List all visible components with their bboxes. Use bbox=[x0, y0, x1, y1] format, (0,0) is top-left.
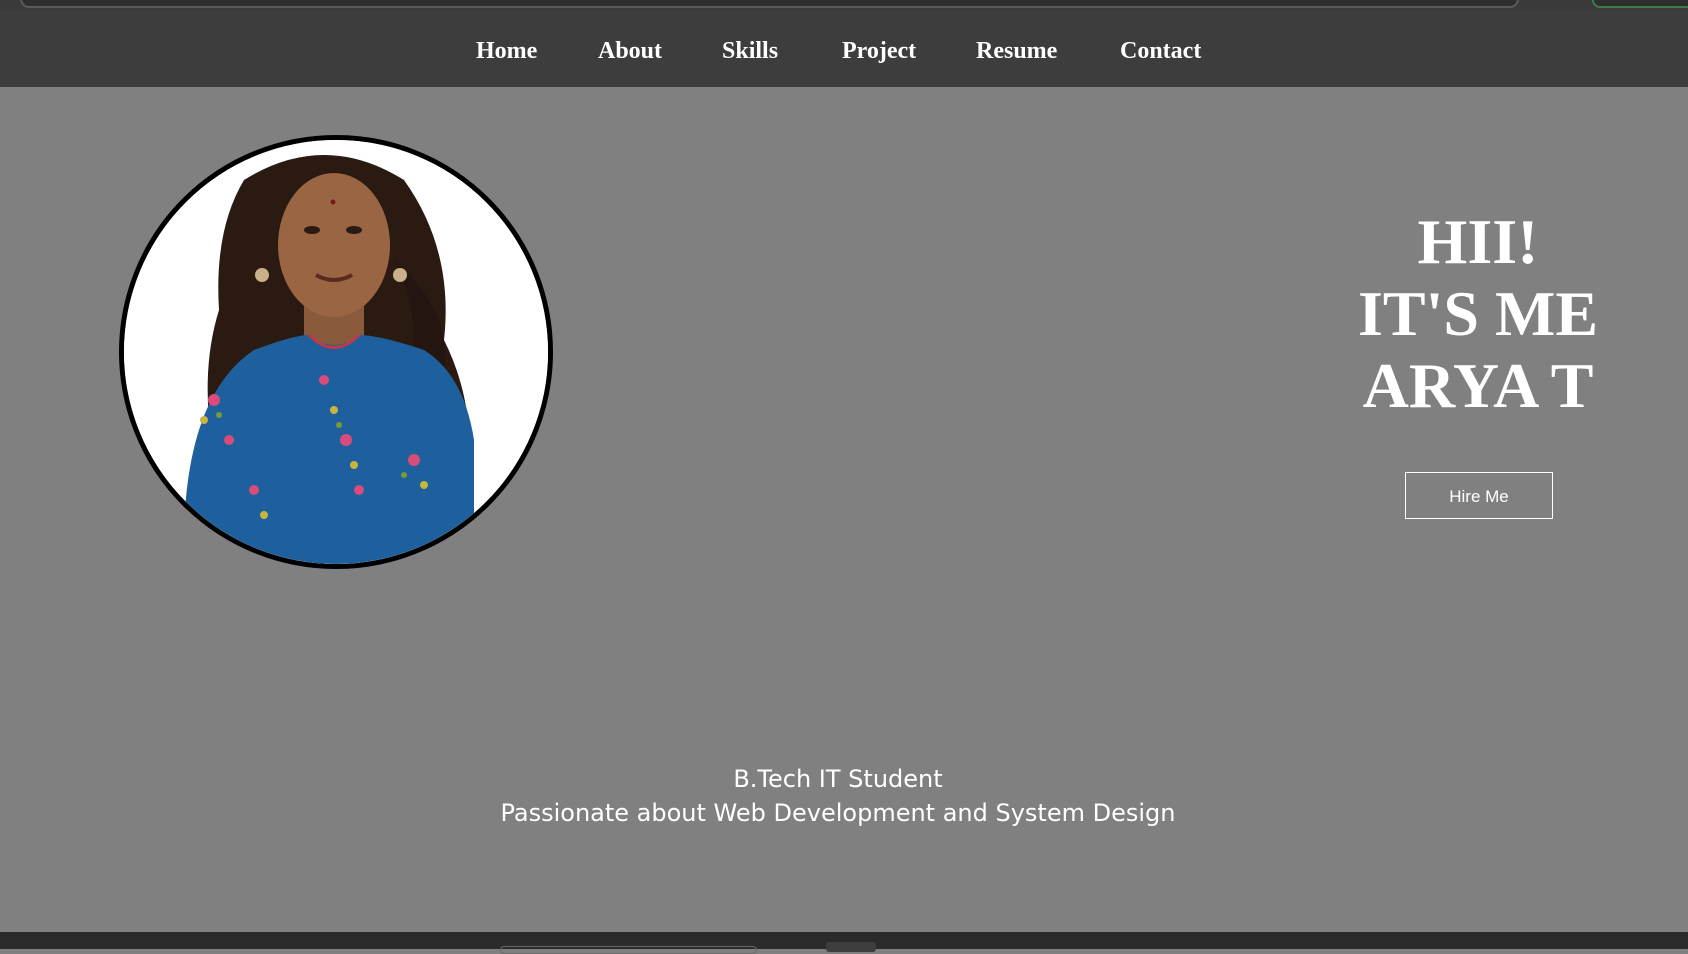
greeting-line: IT'S ME bbox=[1357, 278, 1599, 349]
browser-toolbar-edge bbox=[0, 0, 1688, 10]
profile-photo bbox=[119, 135, 553, 569]
tagline-line: B.Tech IT Student bbox=[733, 765, 943, 793]
taskbar-tab[interactable] bbox=[500, 946, 757, 954]
nav-contact-link[interactable]: Contact bbox=[1120, 37, 1201, 65]
nav-about-link[interactable]: About bbox=[598, 37, 662, 65]
hero-tagline: B.Tech IT Student Passionate about Web D… bbox=[0, 762, 1676, 830]
nav-skills-link[interactable]: Skills bbox=[722, 37, 778, 65]
person-portrait-image bbox=[124, 140, 548, 564]
taskbar-icon[interactable] bbox=[826, 942, 876, 952]
tagline-line: Passionate about Web Development and Sys… bbox=[500, 799, 1176, 827]
hero-greeting: HII! IT'S ME ARYA T bbox=[1330, 206, 1626, 422]
nav-project-link[interactable]: Project bbox=[842, 37, 916, 65]
navbar: Home About Skills Project Resume Contact bbox=[0, 10, 1688, 87]
browser-action-button[interactable] bbox=[1592, 0, 1688, 8]
hire-me-button[interactable]: Hire Me bbox=[1405, 472, 1553, 519]
greeting-line: HII! bbox=[1417, 206, 1539, 277]
address-bar[interactable] bbox=[20, 0, 1519, 8]
nav-resume-link[interactable]: Resume bbox=[976, 37, 1057, 65]
greeting-line: ARYA T bbox=[1362, 350, 1594, 421]
nav-home-link[interactable]: Home bbox=[476, 37, 537, 65]
